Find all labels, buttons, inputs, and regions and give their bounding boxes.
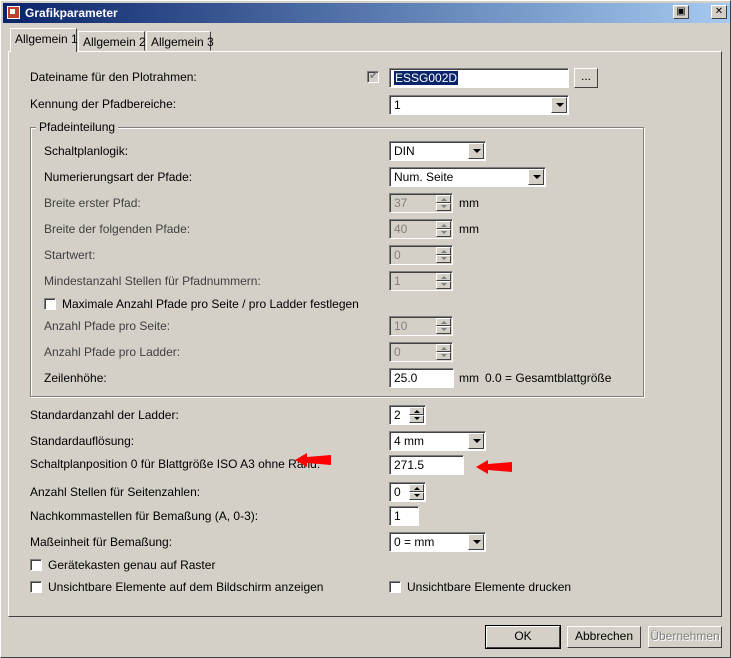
startwert-field[interactable]: 0 <box>389 245 453 265</box>
pfade-seite-field[interactable]: 10 <box>389 316 453 336</box>
pfade-ladder-field[interactable]: 0 <box>389 342 453 362</box>
mindestanzahl-label: Mindestanzahl Stellen für Pfadnummern: <box>44 274 261 288</box>
dateiname-label: Dateiname für den Plotrahmen: <box>30 70 197 84</box>
schaltplanposition-label: Schaltplanposition 0 für Blattgröße ISO … <box>30 457 321 471</box>
schaltplanlogik-select[interactable]: DIN <box>389 141 486 161</box>
unsichtbare-anzeigen-label: Unsichtbare Elemente auf dem Bildschirm … <box>48 580 324 594</box>
checkmark-icon: ✔ <box>369 70 379 82</box>
kennung-select[interactable]: 1 <box>389 95 569 115</box>
nachkommastellen-label: Nachkommastellen für Bemaßung (A, 0-3): <box>30 509 259 523</box>
red-arrow-left-icon <box>476 460 512 474</box>
print-icon[interactable]: ▣ <box>673 5 689 19</box>
geraetekasten-label: Gerätekasten genau auf Raster <box>48 558 216 572</box>
standardanzahl-field[interactable]: 2 <box>389 405 426 425</box>
chevron-down-icon[interactable] <box>528 169 544 185</box>
standardanzahl-label: Standardanzahl der Ladder: <box>30 408 179 422</box>
abbrechen-button[interactable]: Abbrechen <box>567 626 641 648</box>
red-arrow-left-icon <box>295 453 331 467</box>
chevron-down-icon[interactable] <box>468 534 484 550</box>
breite-folgend-label: Breite der folgenden Pfade: <box>44 222 191 236</box>
maximale-checkbox[interactable] <box>44 298 56 310</box>
kennung-label: Kennung der Pfadbereiche: <box>30 97 177 111</box>
spinner-icon[interactable] <box>409 407 424 423</box>
app-icon <box>7 6 20 19</box>
breite-erster-label: Breite erster Pfad: <box>44 196 141 210</box>
stellen-seitenzahlen-label: Anzahl Stellen für Seitenzahlen: <box>30 485 201 499</box>
unsichtbare-anzeigen-checkbox[interactable] <box>30 581 42 593</box>
tab-allgemein-2[interactable]: Allgemein 2 <box>78 31 146 51</box>
stellen-seitenzahlen-field[interactable]: 0 <box>389 482 426 502</box>
maximale-label: Maximale Anzahl Pfade pro Seite / pro La… <box>62 297 359 311</box>
uebernehmen-button[interactable]: Übernehmen <box>648 626 722 648</box>
pfade-seite-label: Anzahl Pfade pro Seite: <box>44 319 171 333</box>
nachkommastellen-field[interactable]: 1 <box>389 506 419 526</box>
unsichtbare-drucken-label: Unsichtbare Elemente drucken <box>407 580 572 594</box>
browse-button[interactable]: ... <box>574 68 598 88</box>
tab-allgemein-3[interactable]: Allgemein 3 <box>146 31 214 51</box>
spinner-icon[interactable] <box>436 318 451 334</box>
standardaufloesung-select[interactable]: 4 mm <box>389 431 486 451</box>
schaltplanposition-field[interactable]: 271.5 <box>389 455 464 475</box>
unsichtbare-drucken-checkbox[interactable] <box>389 581 401 593</box>
numerierungsart-label: Numerierungsart der Pfade: <box>44 170 193 184</box>
breite-folgend-unit: mm <box>459 222 479 236</box>
chevron-down-icon[interactable] <box>468 143 484 159</box>
standardaufloesung-label: Standardauflösung: <box>30 434 135 448</box>
ok-button[interactable]: OK <box>485 625 561 649</box>
window-title: Grafikparameter <box>25 6 118 20</box>
spinner-icon[interactable] <box>436 247 451 263</box>
mindestanzahl-field[interactable]: 1 <box>389 271 453 291</box>
zeilenhoehe-label: Zeilenhöhe: <box>44 371 107 385</box>
spinner-icon[interactable] <box>436 273 451 289</box>
masseinheit-select[interactable]: 0 = mm <box>389 532 486 552</box>
tab-allgemein-1[interactable]: Allgemein 1 <box>10 28 78 52</box>
dateiname-field[interactable]: ESSG002D <box>389 68 569 88</box>
chevron-down-icon[interactable] <box>468 433 484 449</box>
masseinheit-label: Maßeinheit für Bemaßung: <box>30 535 173 549</box>
zeilenhoehe-hint: 0.0 = Gesamtblattgröße <box>485 371 612 385</box>
schaltplanlogik-label: Schaltplanlogik: <box>44 144 129 158</box>
breite-folgend-field[interactable]: 40 <box>389 219 453 239</box>
chevron-down-icon[interactable] <box>551 97 567 113</box>
title-bar[interactable]: Grafikparameter ▣ ✕ <box>3 3 730 23</box>
spinner-icon[interactable] <box>436 221 451 237</box>
dateiname-checkbox[interactable]: ✔ <box>367 70 379 83</box>
pfade-ladder-label: Anzahl Pfade pro Ladder: <box>44 345 181 359</box>
spinner-icon[interactable] <box>436 344 451 360</box>
dialog-window: Grafikparameter ▣ ✕ Allgemein 1 Allgemei… <box>0 0 731 658</box>
startwert-label: Startwert: <box>44 248 96 262</box>
close-icon[interactable]: ✕ <box>711 5 727 19</box>
spinner-icon[interactable] <box>436 195 451 211</box>
pfadeinteilung-group-label: Pfadeinteilung <box>36 120 119 134</box>
zeilenhoehe-unit: mm <box>459 371 479 385</box>
breite-erster-unit: mm <box>459 196 479 210</box>
geraetekasten-checkbox[interactable] <box>30 559 42 571</box>
spinner-icon[interactable] <box>409 484 424 500</box>
zeilenhoehe-field[interactable]: 25.0 <box>389 368 454 388</box>
breite-erster-field[interactable]: 37 <box>389 193 453 213</box>
numerierungsart-select[interactable]: Num. Seite <box>389 167 546 187</box>
